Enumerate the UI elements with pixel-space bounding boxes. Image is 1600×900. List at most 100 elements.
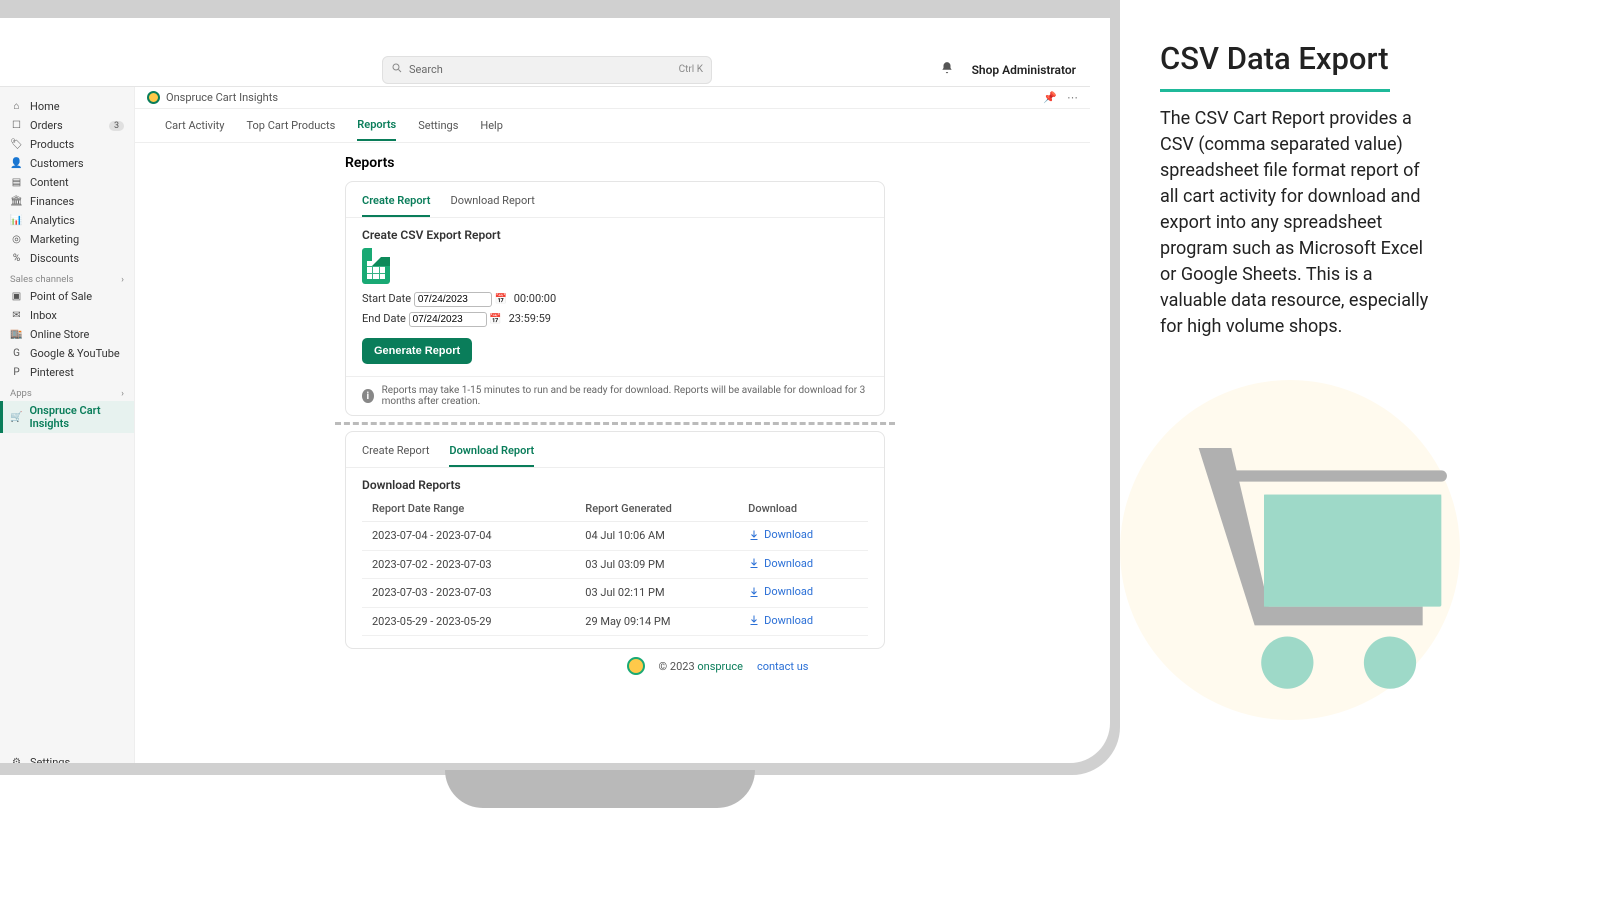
start-date-input[interactable] xyxy=(414,292,492,307)
sidebar-item-home[interactable]: ⌂Home xyxy=(0,97,134,116)
home-icon: ⌂ xyxy=(10,100,23,113)
device-frame: Search Ctrl K Shop Administrator ⌂Home ☐… xyxy=(0,0,1120,775)
card-tab-download[interactable]: Download Report xyxy=(450,190,534,217)
tab-cart-activity[interactable]: Cart Activity xyxy=(165,111,224,140)
col-dl: Download xyxy=(738,496,868,522)
cell-range: 2023-05-29 - 2023-05-29 xyxy=(362,607,575,636)
pinterest-icon: P xyxy=(10,366,23,379)
tab-help[interactable]: Help xyxy=(480,111,503,140)
cell-generated: 29 May 09:14 PM xyxy=(575,607,738,636)
table-row: 2023-07-03 - 2023-07-03 03 Jul 02:11 PM … xyxy=(362,579,868,608)
sidebar-item-finances[interactable]: 🏛Finances xyxy=(0,192,134,211)
sidebar-item-analytics[interactable]: 📊Analytics xyxy=(0,211,134,230)
promo-body: The CSV Cart Report provides a CSV (comm… xyxy=(1160,106,1440,340)
download-heading: Download Reports xyxy=(362,478,868,492)
sidebar-item-pos[interactable]: ▣Point of Sale xyxy=(0,287,134,306)
create-report-card: Create Report Download Report Create CSV… xyxy=(345,181,885,416)
download-icon xyxy=(748,614,760,626)
col-range: Report Date Range xyxy=(362,496,575,522)
sidebar: ⌂Home ☐Orders3 🏷Products 👤Customers ▤Con… xyxy=(0,87,135,763)
shopping-cart-illustration xyxy=(1180,420,1460,710)
end-time: 23:59:59 xyxy=(509,312,551,325)
brand-link[interactable]: onspruce xyxy=(697,660,743,673)
sidebar-item-content[interactable]: ▤Content xyxy=(0,173,134,192)
cell-range: 2023-07-04 - 2023-07-04 xyxy=(362,522,575,551)
search-icon xyxy=(391,62,403,77)
cell-generated: 04 Jul 10:06 AM xyxy=(575,522,738,551)
generate-report-button[interactable]: Generate Report xyxy=(362,338,472,364)
chevron-right-icon[interactable]: › xyxy=(121,388,124,399)
copyright: © 2023 xyxy=(659,660,698,673)
table-row: 2023-07-04 - 2023-07-04 04 Jul 10:06 AM … xyxy=(362,522,868,551)
download-table: Report Date Range Report Generated Downl… xyxy=(362,496,868,636)
promo-divider xyxy=(1160,89,1390,92)
tab-top-cart-products[interactable]: Top Cart Products xyxy=(246,111,335,140)
chart-icon: 📊 xyxy=(10,214,23,227)
percent-icon: % xyxy=(10,252,23,265)
shop-admin-label[interactable]: Shop Administrator xyxy=(972,63,1076,77)
sidebar-item-settings[interactable]: ⚙Settings xyxy=(0,753,134,763)
cell-generated: 03 Jul 02:11 PM xyxy=(575,579,738,608)
app-footer: © 2023 onspruce contact us xyxy=(345,657,1090,675)
download-icon xyxy=(748,557,760,569)
download-report-card: Create Report Download Report Download R… xyxy=(345,431,885,649)
download-link[interactable]: Download xyxy=(748,614,813,627)
create-heading: Create CSV Export Report xyxy=(362,228,868,242)
info-icon: i xyxy=(362,389,374,403)
content-icon: ▤ xyxy=(10,176,23,189)
gear-icon: ⚙ xyxy=(10,756,23,763)
cart-icon: 🛒 xyxy=(10,411,22,424)
end-date-label: End Date xyxy=(362,312,406,325)
main-content: Reports Create Report Download Report Cr… xyxy=(135,143,1090,763)
top-bar: Search Ctrl K Shop Administrator xyxy=(0,53,1090,87)
download-link[interactable]: Download xyxy=(748,528,813,541)
sidebar-item-marketing[interactable]: ◎Marketing xyxy=(0,230,134,249)
target-icon: ◎ xyxy=(10,233,23,246)
info-row: i Reports may take 1-15 minutes to run a… xyxy=(346,376,884,415)
csv-file-icon xyxy=(362,248,392,286)
download-link[interactable]: Download xyxy=(748,585,813,598)
card-tab-create[interactable]: Create Report xyxy=(362,190,430,217)
sidebar-item-orders[interactable]: ☐Orders3 xyxy=(0,116,134,135)
start-time: 00:00:00 xyxy=(514,292,556,305)
tab-settings[interactable]: Settings xyxy=(418,111,458,140)
search-shortcut: Ctrl K xyxy=(679,64,703,75)
cell-range: 2023-07-02 - 2023-07-03 xyxy=(362,550,575,579)
contact-link[interactable]: contact us xyxy=(757,660,809,673)
app-tabs: Cart Activity Top Cart Products Reports … xyxy=(135,109,1090,143)
download-icon xyxy=(748,529,760,541)
search-input[interactable]: Search Ctrl K xyxy=(382,56,712,84)
chevron-right-icon[interactable]: › xyxy=(121,274,124,285)
cell-generated: 03 Jul 03:09 PM xyxy=(575,550,738,579)
table-row: 2023-05-29 - 2023-05-29 29 May 09:14 PM … xyxy=(362,607,868,636)
sidebar-item-onspruce[interactable]: 🛒Onspruce Cart Insights xyxy=(0,401,134,433)
sidebar-item-products[interactable]: 🏷Products xyxy=(0,135,134,154)
sidebar-section-apps: Apps› xyxy=(0,382,134,401)
search-placeholder: Search xyxy=(409,63,443,76)
download-link[interactable]: Download xyxy=(748,557,813,570)
google-icon: G xyxy=(10,347,23,360)
store-icon: 🏬 xyxy=(10,328,23,341)
end-date-input[interactable] xyxy=(409,312,487,327)
section-divider xyxy=(335,422,895,425)
tab-reports[interactable]: Reports xyxy=(357,110,396,141)
card2-tab-create[interactable]: Create Report xyxy=(362,440,429,467)
sidebar-item-discounts[interactable]: %Discounts xyxy=(0,249,134,268)
sidebar-item-pinterest[interactable]: PPinterest xyxy=(0,363,134,382)
card2-tab-download[interactable]: Download Report xyxy=(449,440,534,467)
sidebar-item-google[interactable]: GGoogle & YouTube xyxy=(0,344,134,363)
sidebar-item-inbox[interactable]: ✉Inbox xyxy=(0,306,134,325)
promo-title: CSV Data Export xyxy=(1160,40,1440,77)
more-icon[interactable]: ⋯ xyxy=(1067,91,1078,104)
device-screen: Search Ctrl K Shop Administrator ⌂Home ☐… xyxy=(0,18,1110,763)
notifications-icon[interactable] xyxy=(940,60,954,79)
app-header: Onspruce Cart Insights 📌 ⋯ xyxy=(135,87,1090,109)
pin-icon[interactable]: 📌 xyxy=(1043,91,1057,104)
info-text: Reports may take 1-15 minutes to run and… xyxy=(382,385,868,407)
sidebar-section-channels: Sales channels› xyxy=(0,268,134,287)
sidebar-item-customers[interactable]: 👤Customers xyxy=(0,154,134,173)
sidebar-item-online-store[interactable]: 🏬Online Store xyxy=(0,325,134,344)
inbox-icon: ✉ xyxy=(10,309,23,322)
orders-badge: 3 xyxy=(109,121,124,131)
col-gen: Report Generated xyxy=(575,496,738,522)
